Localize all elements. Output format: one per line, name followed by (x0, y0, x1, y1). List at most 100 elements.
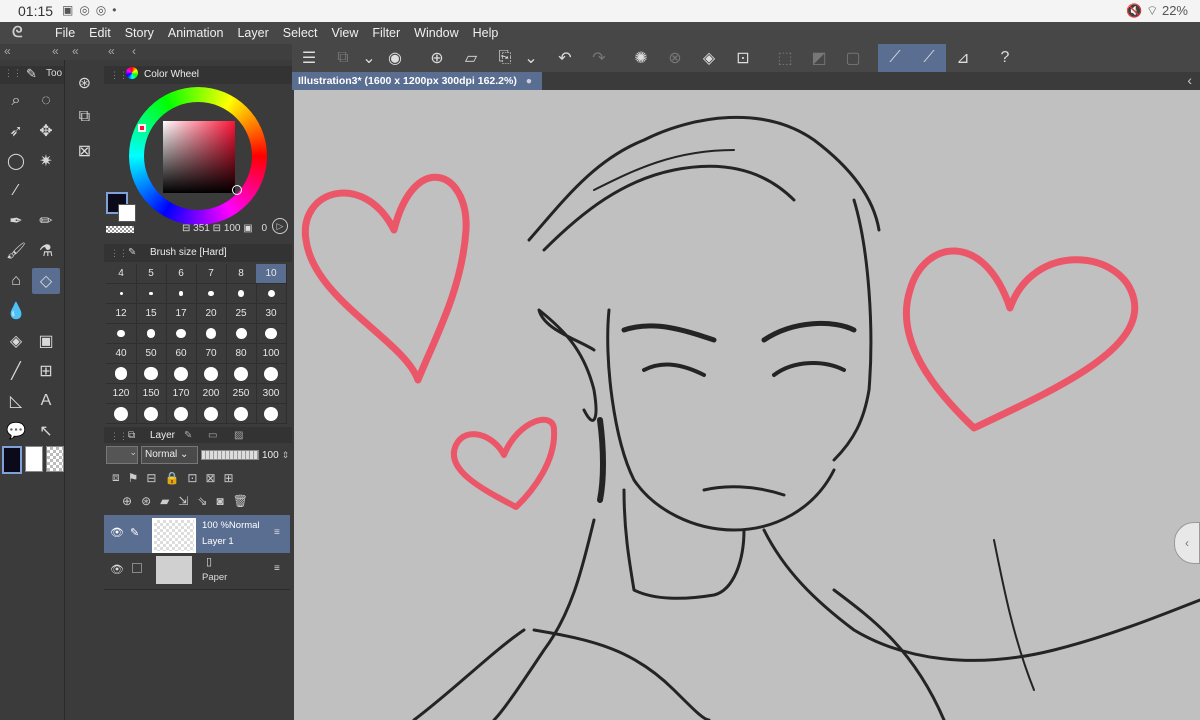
layer-menu-icon[interactable]: ≡ (274, 527, 280, 538)
correct-line-icon[interactable]: ↖ (32, 418, 60, 444)
blend-tool-icon[interactable]: 💧 (2, 298, 30, 324)
brush-size-cell[interactable]: 10 (256, 264, 287, 284)
tab-dot-icon[interactable]: ● (526, 75, 532, 87)
frame-tool-icon[interactable]: ⊞ (32, 358, 60, 384)
material-icon[interactable]: ⊠ (65, 134, 104, 168)
brush-size-preview[interactable] (166, 324, 197, 344)
menu-story[interactable]: Story (118, 22, 161, 44)
brush-size-cell[interactable]: 40 (106, 344, 137, 364)
collapse-palette-icon-2[interactable]: ‹ (132, 44, 136, 58)
invert-selection-icon[interactable]: ◩ (802, 44, 836, 72)
layer-search-tab-icon[interactable]: ▭ (208, 427, 217, 445)
brush-size-preview[interactable] (106, 284, 137, 304)
blend-mode-dropdown[interactable]: Normal ⌄ (141, 446, 198, 464)
layer-row-paper[interactable]: 👁 ▯ Paper ≡ (104, 553, 290, 590)
brush-size-cell[interactable]: 80 (226, 344, 257, 364)
pen-tool-icon[interactable]: ✒ (2, 208, 30, 234)
modify-tool-icon[interactable]: ⧉ (326, 44, 360, 72)
collapse-left-icon-3[interactable]: « (72, 44, 79, 58)
hue-cursor[interactable] (138, 124, 146, 132)
brush-size-preview[interactable] (256, 284, 287, 304)
brush-size-cell[interactable]: 17 (166, 304, 197, 324)
save-icon[interactable]: ⎘ (488, 44, 522, 72)
pen-edit-icon[interactable]: ✎ (130, 526, 139, 539)
help-icon[interactable]: ? (988, 44, 1022, 72)
color-mode-icon[interactable]: ▷ (272, 218, 288, 234)
layer-property-icon[interactable]: ⧉ (65, 100, 104, 134)
brush-size-cell[interactable]: 200 (196, 384, 227, 404)
brush-size-preview[interactable] (196, 284, 227, 304)
layer-row-layer1[interactable]: 👁 ✎ 100 %Normal Layer 1 ≡ (104, 515, 290, 553)
brush-size-cell[interactable]: 170 (166, 384, 197, 404)
delete-layer-icon[interactable]: 🗑 (233, 494, 248, 508)
brush-size-cell[interactable]: 7 (196, 264, 227, 284)
document-tab[interactable]: Illustration3* (1600 x 1200px 300dpi 162… (292, 72, 543, 90)
saturation-value-square[interactable] (163, 121, 235, 193)
move-tool-icon[interactable]: ✥ (32, 118, 60, 144)
clear-layer-icon[interactable]: ⊗ (658, 44, 692, 72)
rotate-tool-icon[interactable]: ◌ (32, 88, 60, 114)
brush-size-preview[interactable] (106, 404, 137, 424)
draft-layer-icon[interactable]: ⊟ (146, 471, 156, 485)
brush-size-preview[interactable] (166, 404, 197, 424)
brush-size-cell[interactable]: 12 (106, 304, 137, 324)
brush-size-cell[interactable]: 8 (226, 264, 257, 284)
eye-icon[interactable]: 👁 (110, 526, 124, 539)
brush-size-preview[interactable] (226, 324, 257, 344)
open-file-icon[interactable]: ▱ (454, 44, 488, 72)
brush-size-cell[interactable]: 25 (226, 304, 257, 324)
brush-size-preview[interactable] (166, 364, 197, 384)
tab-scroll-icon[interactable]: ‹ (1187, 72, 1192, 88)
cw-sub-color[interactable] (118, 204, 136, 222)
brush-size-cell[interactable]: 70 (196, 344, 227, 364)
brush-size-preview[interactable] (106, 324, 137, 344)
brush-size-preview[interactable] (166, 284, 197, 304)
decoration-tool-icon[interactable]: ⌂ (2, 268, 30, 294)
brush-size-preview[interactable] (256, 404, 287, 424)
brush-tool-icon[interactable]: 🖌 (2, 238, 30, 264)
grip-icon[interactable]: ⋮⋮ (4, 68, 22, 79)
balloon-tool-icon[interactable]: 💬 (2, 418, 30, 444)
new-canvas-icon[interactable]: ⊕ (420, 44, 454, 72)
transform-icon[interactable]: ⊡ (726, 44, 760, 72)
layer-tab-icon[interactable]: ⧉ (128, 427, 135, 445)
quick-access-icon[interactable]: ◉ (378, 44, 412, 72)
menu-filter[interactable]: Filter (365, 22, 407, 44)
brush-size-preview[interactable] (196, 404, 227, 424)
sub-color-chip[interactable] (25, 446, 43, 472)
brush-size-preview[interactable] (226, 284, 257, 304)
brush-size-preview[interactable] (136, 284, 167, 304)
collapse-left-icon[interactable]: « (4, 44, 11, 58)
brush-size-cell[interactable]: 20 (196, 304, 227, 324)
menu-hamburger-icon[interactable]: ☰ (292, 44, 326, 72)
airbrush-tool-icon[interactable]: ⚗ (32, 238, 60, 264)
eyedropper-icon[interactable]: ⁄ (2, 178, 30, 204)
layer-mask-icon[interactable]: ◙ (216, 494, 223, 508)
collapse-palette-icon[interactable]: « (108, 44, 115, 58)
brush-size-preview[interactable] (106, 364, 137, 384)
brush-size-cell[interactable]: 50 (136, 344, 167, 364)
collapse-left-icon-2[interactable]: « (52, 44, 59, 58)
brush-size-cell[interactable]: 150 (136, 384, 167, 404)
new-raster-layer-icon[interactable]: ⊕ (122, 494, 132, 508)
hue-ring[interactable] (129, 87, 267, 225)
brush-size-preview[interactable] (226, 404, 257, 424)
fill-icon[interactable]: ◈ (692, 44, 726, 72)
lock-transparency-icon[interactable]: ⊡ (187, 471, 197, 485)
figure-tool-icon[interactable]: ╱ (2, 358, 30, 384)
brush-size-cell[interactable]: 100 (256, 344, 287, 364)
selection-border-icon[interactable]: ▢ (836, 44, 870, 72)
brush-size-preview[interactable] (256, 364, 287, 384)
clip-layer-icon[interactable]: ⧈ (112, 470, 120, 485)
loading-icon[interactable]: ✺ (624, 44, 658, 72)
combine-down-icon[interactable]: ⇘ (197, 494, 207, 508)
menu-view[interactable]: View (325, 22, 366, 44)
transparent-color-chip[interactable] (46, 446, 64, 472)
dropdown-chevron-icon[interactable]: ⌄ (360, 44, 378, 72)
brush-size-cell[interactable]: 120 (106, 384, 137, 404)
brush-size-cell[interactable]: 30 (256, 304, 287, 324)
pencil-tool-icon[interactable]: ✏ (32, 208, 60, 234)
undo-icon[interactable]: ↶ (548, 44, 582, 72)
ruler-display-icon[interactable]: ⊞ (224, 471, 234, 485)
brush-size-preview[interactable] (196, 324, 227, 344)
